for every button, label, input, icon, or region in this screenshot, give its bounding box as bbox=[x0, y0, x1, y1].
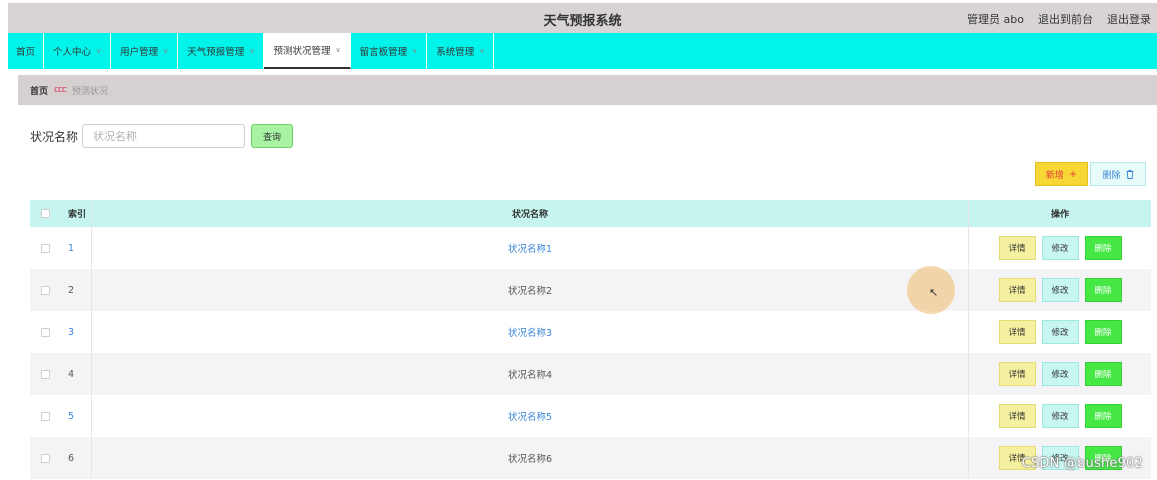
header-index: 索引 bbox=[60, 200, 92, 227]
chevron-down-icon: ∨ bbox=[479, 47, 485, 55]
row-status-name[interactable]: 状况名称4 bbox=[508, 367, 552, 381]
table-row: 5 状况名称5 详情 修改 删除 bbox=[30, 395, 1151, 437]
search-label: 状况名称 bbox=[30, 130, 79, 144]
add-button[interactable]: 新增 + bbox=[1035, 162, 1088, 186]
detail-button[interactable]: 详情 bbox=[998, 278, 1036, 302]
detail-button[interactable]: 详情 bbox=[998, 404, 1036, 428]
chevron-down-icon: ∨ bbox=[335, 46, 341, 54]
chevron-down-icon: ∨ bbox=[249, 47, 255, 55]
chevron-down-icon: ∨ bbox=[163, 47, 169, 55]
nav-item-label: 天气预报管理 bbox=[187, 47, 245, 58]
batch-delete-button[interactable]: 删除 bbox=[1090, 162, 1146, 186]
table-row: 3 状况名称3 详情 修改 删除 bbox=[30, 311, 1151, 353]
table-row: 4 状况名称4 详情 修改 删除 bbox=[30, 353, 1151, 395]
detail-button[interactable]: 详情 bbox=[998, 320, 1036, 344]
nav-item-6[interactable]: 系统管理 ∨ bbox=[427, 33, 495, 69]
top-header: 天气预报系统 管理员 abo 退出到前台 退出登录 bbox=[8, 3, 1157, 33]
nav-item-label: 预测状况管理 bbox=[273, 46, 331, 57]
table-row: 1 状况名称1 详情 修改 删除 bbox=[30, 227, 1151, 269]
table-row: 6 状况名称6 详情 修改 删除 bbox=[30, 437, 1151, 479]
edit-button[interactable]: 修改 bbox=[1041, 320, 1079, 344]
table-header-row: 索引 状况名称 操作 bbox=[30, 200, 1151, 227]
row-status-name[interactable]: 状况名称6 bbox=[508, 451, 552, 465]
logout-link[interactable]: 退出登录 bbox=[1107, 11, 1151, 27]
detail-button[interactable]: 详情 bbox=[998, 236, 1036, 260]
breadcrumb-home[interactable]: 首页 bbox=[30, 84, 48, 97]
chevron-down-icon: ∨ bbox=[96, 47, 102, 55]
nav-item-label: 留言板管理 bbox=[359, 47, 408, 58]
search-input[interactable] bbox=[82, 124, 245, 148]
row-index: 2 bbox=[68, 284, 75, 296]
row-index: 6 bbox=[68, 452, 75, 464]
row-checkbox[interactable] bbox=[40, 411, 50, 421]
nav-item-1[interactable]: 个人中心 ∨ bbox=[44, 33, 112, 69]
detail-button[interactable]: 详情 bbox=[998, 362, 1036, 386]
delete-row-button[interactable]: 删除 bbox=[1084, 362, 1122, 386]
row-checkbox[interactable] bbox=[40, 453, 50, 463]
row-checkbox[interactable] bbox=[40, 243, 50, 253]
nav-item-5[interactable]: 留言板管理 ∨ bbox=[351, 33, 428, 69]
edit-button[interactable]: 修改 bbox=[1041, 404, 1079, 428]
header-name: 状况名称 bbox=[92, 200, 969, 227]
main-nav: 首页 个人中心 ∨ 用户管理 ∨ 天气预报管理 ∨ 预测状况管理 ∨ 留言板管理 ∨ 系统管理 ∨ bbox=[8, 33, 1157, 69]
row-checkbox[interactable] bbox=[40, 369, 50, 379]
row-status-name[interactable]: 状况名称5 bbox=[508, 409, 552, 423]
delete-row-button[interactable]: 删除 bbox=[1084, 404, 1122, 428]
chevron-down-icon: ∨ bbox=[412, 47, 418, 55]
delete-row-button[interactable]: 删除 bbox=[1084, 320, 1122, 344]
nav-item-label: 系统管理 bbox=[436, 47, 475, 58]
table-row: 2 状况名称2 详情 修改 删除 bbox=[30, 269, 1151, 311]
trash-icon bbox=[1126, 169, 1134, 179]
nav-item-2[interactable]: 用户管理 ∨ bbox=[111, 33, 179, 69]
row-status-name[interactable]: 状况名称2 bbox=[508, 283, 552, 297]
nav-item-label: 用户管理 bbox=[120, 47, 159, 58]
row-index: 3 bbox=[68, 326, 75, 338]
breadcrumb-current: 预测状况 bbox=[71, 86, 108, 97]
nav-item-3[interactable]: 天气预报管理 ∨ bbox=[178, 33, 265, 69]
nav-item-label: 首页 bbox=[16, 47, 36, 58]
exit-to-front-link[interactable]: 退出到前台 bbox=[1038, 11, 1093, 27]
add-button-label: 新增 bbox=[1045, 170, 1064, 181]
mouse-cursor-icon: ↖ bbox=[929, 286, 939, 299]
header-user-area: 管理员 abo 退出到前台 退出登录 bbox=[967, 11, 1151, 27]
breadcrumb: 首页 ccc 预测状况 bbox=[18, 75, 1157, 105]
select-all-checkbox[interactable] bbox=[40, 209, 50, 218]
watermark: CSDN @bushe902 bbox=[1021, 456, 1143, 471]
edit-button[interactable]: 修改 bbox=[1041, 278, 1079, 302]
query-button[interactable]: 查询 bbox=[251, 124, 293, 148]
delete-row-button[interactable]: 删除 bbox=[1084, 236, 1122, 260]
header-ops: 操作 bbox=[1050, 210, 1069, 220]
row-status-name[interactable]: 状况名称3 bbox=[508, 325, 552, 339]
plus-icon: + bbox=[1068, 168, 1078, 180]
nav-item-0[interactable]: 首页 bbox=[8, 33, 45, 69]
edit-button[interactable]: 修改 bbox=[1041, 362, 1079, 386]
nav-item-4[interactable]: 预测状况管理 ∨ bbox=[264, 33, 351, 69]
edit-button[interactable]: 修改 bbox=[1041, 236, 1079, 260]
row-checkbox[interactable] bbox=[40, 285, 50, 295]
row-index: 5 bbox=[68, 410, 75, 422]
breadcrumb-separator: ccc bbox=[54, 85, 67, 95]
row-status-name[interactable]: 状况名称1 bbox=[508, 241, 552, 255]
delete-button-label: 删除 bbox=[1102, 170, 1121, 181]
delete-row-button[interactable]: 删除 bbox=[1084, 278, 1122, 302]
row-index: 1 bbox=[68, 242, 75, 254]
row-index: 4 bbox=[68, 368, 75, 380]
nav-item-label: 个人中心 bbox=[53, 47, 92, 58]
admin-user-label: 管理员 abo bbox=[967, 13, 1024, 26]
row-checkbox[interactable] bbox=[40, 327, 50, 337]
